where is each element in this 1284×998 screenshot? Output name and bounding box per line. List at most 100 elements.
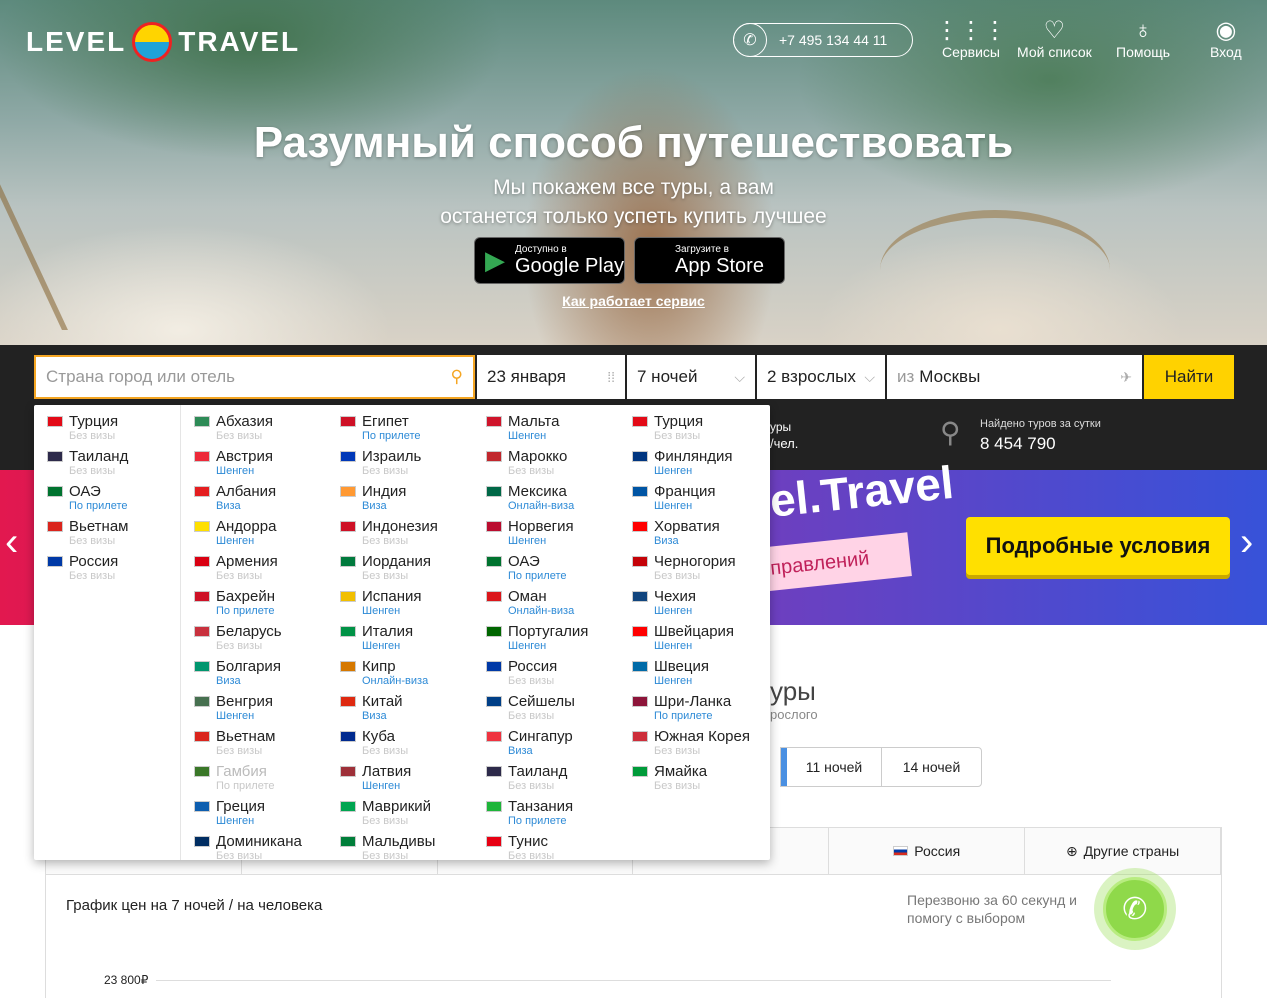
visa-status: Без визы: [69, 430, 116, 442]
how-it-works-link[interactable]: Как работает сервис: [0, 293, 1267, 309]
visa-status: Шенген: [508, 640, 547, 652]
visa-status: Шенген: [216, 710, 255, 722]
country-name: Куба: [362, 728, 395, 745]
flag-icon: [486, 696, 502, 707]
info-partial2: /чел.: [770, 436, 799, 451]
chart-gridline: [156, 980, 1111, 981]
country-name: Абхазия: [216, 413, 273, 430]
visa-status: Без визы: [362, 570, 409, 582]
flag-icon: [340, 801, 356, 812]
departure-city-field[interactable]: из Москвы ✈: [887, 355, 1142, 399]
visa-status: Без визы: [654, 430, 701, 442]
visa-status: Без визы: [654, 780, 701, 792]
visa-status: Виза: [216, 675, 241, 687]
flag-icon: [486, 451, 502, 462]
flag-icon: [486, 521, 502, 532]
country-name: Вьетнам: [216, 728, 276, 745]
nav-services[interactable]: ⋮⋮⋮ Сервисы: [935, 18, 1007, 61]
visa-status: Без визы: [362, 535, 409, 547]
visa-status: Без визы: [362, 815, 409, 827]
hero-subtitle: Мы покажем все туры, а вам останется тол…: [0, 173, 1267, 231]
google-play-small: Доступно в: [515, 244, 567, 255]
country-name: Марокко: [508, 448, 568, 465]
date-field[interactable]: 23 января ⁞⁞: [477, 355, 625, 399]
find-button[interactable]: Найти: [1144, 355, 1234, 399]
nav-help[interactable]: ♁ Помощь: [1116, 18, 1171, 61]
chart-y-label: 23 800₽: [104, 973, 149, 987]
heart-icon: ♡: [1043, 17, 1066, 44]
flag-icon: [486, 591, 502, 602]
visa-status: Шенген: [362, 605, 401, 617]
visa-status: Виза: [508, 745, 533, 757]
banner-next-arrow-icon[interactable]: ›: [1240, 520, 1253, 565]
country-name: Швейцария: [654, 623, 735, 640]
logo[interactable]: LEVEL TRAVEL: [26, 20, 300, 64]
country-name: Турция: [69, 413, 119, 430]
flag-icon: [486, 801, 502, 812]
tab-russia[interactable]: Россия: [829, 828, 1026, 874]
nights-value: 7 ночей: [637, 367, 698, 386]
visa-status: Шенген: [654, 640, 693, 652]
phone-number: +7 495 134 44 11: [779, 32, 888, 48]
flag-icon: [194, 591, 210, 602]
google-play-button[interactable]: ▶ Доступно в Google Play: [474, 237, 625, 284]
country-name: Австрия: [216, 448, 274, 465]
phone-call-icon: ✆: [1103, 877, 1167, 941]
flag-icon: [340, 766, 356, 777]
destination-dropdown: Турция Без визы Таиланд Без визы ОАЭ По приле…: [34, 405, 770, 862]
phone-button[interactable]: ✆ +7 495 134 44 11: [733, 23, 913, 57]
flag-icon: [486, 836, 502, 847]
country-name: Греция: [216, 798, 266, 815]
flag-icon: [340, 521, 356, 532]
flag-icon: [47, 486, 63, 497]
country-name: Чехия: [654, 588, 697, 605]
tab-other-countries[interactable]: ⊕ Другие страны: [1025, 828, 1221, 874]
visa-status: Без визы: [216, 850, 263, 862]
departure-prefix: из: [897, 367, 915, 386]
banner-prev-arrow-icon[interactable]: ‹: [5, 520, 18, 565]
flag-icon: [194, 836, 210, 847]
flag-icon: [632, 696, 648, 707]
country-name: Россия: [508, 658, 558, 675]
callback-button[interactable]: ✆: [1094, 868, 1176, 950]
flag-icon: [632, 626, 648, 637]
visa-status: По прилете: [508, 815, 567, 827]
nav-help-label: Помощь: [1116, 44, 1171, 60]
visa-status: Онлайн-виза: [508, 605, 575, 617]
country-name: Оман: [508, 588, 547, 605]
country-name: Таиланд: [508, 763, 568, 780]
nav-my-list[interactable]: ♡ Мой список: [1017, 17, 1092, 61]
tab-14-nights[interactable]: 14 ночей: [881, 748, 981, 786]
visa-status: Без визы: [69, 570, 116, 582]
destination-input[interactable]: Страна город или отель ⚲: [34, 355, 475, 399]
app-store-button[interactable]: Загрузите в App Store: [634, 237, 785, 284]
visa-status: Шенген: [654, 605, 693, 617]
tourists-select[interactable]: 2 взрослых ⌵: [757, 355, 885, 399]
flag-icon: [194, 556, 210, 567]
visa-status: Шенген: [362, 780, 401, 792]
flag-icon: [340, 591, 356, 602]
date-value: 23 января: [487, 367, 566, 386]
tab-russia-label: Россия: [914, 843, 961, 859]
nav-login[interactable]: ◉ Вход: [1210, 18, 1242, 61]
visa-status: Без визы: [654, 745, 701, 757]
visa-status: Виза: [362, 500, 387, 512]
visa-status: Без визы: [508, 675, 555, 687]
nights-select[interactable]: 7 ночей ⌵: [627, 355, 755, 399]
google-play-icon: ▶: [485, 245, 505, 275]
logo-text-right: TRAVEL: [178, 26, 301, 57]
visa-status: Без визы: [216, 640, 263, 652]
visa-status: Без визы: [508, 710, 555, 722]
country-name: Армения: [216, 553, 278, 570]
found-label: Найдено туров за сутки: [980, 418, 1101, 430]
visa-status: Шенген: [216, 465, 255, 477]
country-name: Вьетнам: [69, 518, 129, 535]
country-name: Венгрия: [216, 693, 273, 710]
visa-status: Без визы: [216, 745, 263, 757]
tab-11-nights[interactable]: 11 ночей: [781, 748, 881, 786]
tours-subtitle: рослого: [770, 707, 818, 722]
visa-status: По прилете: [216, 780, 275, 792]
country-name: Финляндия: [654, 448, 733, 465]
country-name: Испания: [362, 588, 422, 605]
details-button[interactable]: Подробные условия: [966, 517, 1230, 575]
